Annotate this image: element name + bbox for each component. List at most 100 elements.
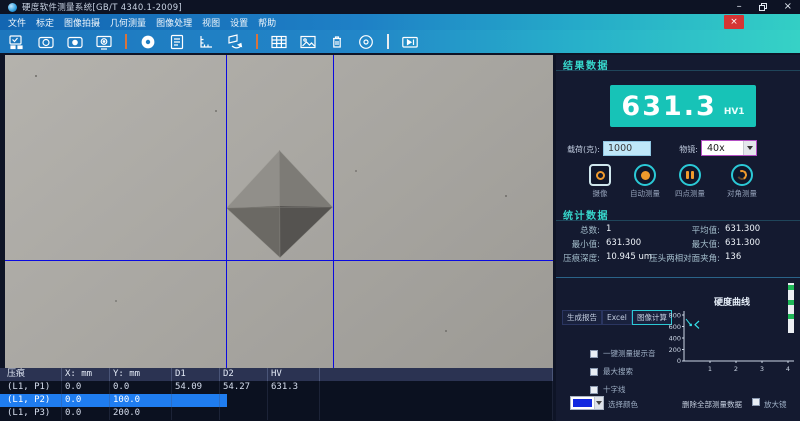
col-d2[interactable]: D2 bbox=[220, 368, 268, 381]
menu-view[interactable]: 视图 bbox=[202, 16, 220, 29]
delete-icon[interactable] bbox=[327, 32, 347, 52]
crosshair-checkbox-row[interactable]: 十字线 bbox=[590, 384, 626, 395]
load-label: 载荷(克): bbox=[556, 144, 600, 155]
angle-value: 136 bbox=[725, 252, 741, 262]
app-window: 硬度软件测量系统[GB/T 4340.1-2009] – × 文件 标定 图像拍… bbox=[0, 0, 800, 421]
max-value: 631.300 bbox=[725, 238, 760, 248]
col-indent[interactable]: 压痕 bbox=[4, 368, 62, 381]
objective-select[interactable]: 40x bbox=[701, 140, 757, 156]
search-checkbox-label: 最大搜索 bbox=[603, 366, 633, 377]
toolbar-separator bbox=[125, 34, 127, 49]
table-row[interactable]: (L1, P1)0.0 0.054.09 54.27631.3 bbox=[0, 381, 553, 394]
export-play-icon[interactable] bbox=[400, 32, 420, 52]
svg-text:800: 800 bbox=[669, 312, 681, 320]
menu-settings[interactable]: 设置 bbox=[230, 16, 248, 29]
image-calc-button[interactable]: 图像计算 bbox=[632, 310, 672, 325]
camera-live-icon[interactable] bbox=[36, 32, 56, 52]
data-grid-icon[interactable] bbox=[269, 32, 289, 52]
col-hv[interactable]: HV bbox=[268, 368, 320, 381]
angle-label: 压头两相对面夹角: bbox=[638, 252, 720, 264]
col-d1[interactable]: D1 bbox=[172, 368, 220, 381]
svg-text:3: 3 bbox=[760, 365, 764, 373]
menu-image-processing[interactable]: 图像处理 bbox=[156, 16, 192, 29]
close-icon[interactable]: × bbox=[784, 2, 792, 12]
hardness-value-box: 631.3 HV1 bbox=[610, 85, 756, 127]
table-row[interactable]: (L1, P3)0.0 200.0 bbox=[0, 407, 553, 420]
menu-help[interactable]: 帮助 bbox=[258, 16, 276, 29]
measure-line-horizontal[interactable] bbox=[5, 260, 553, 261]
menu-geometry-measure[interactable]: 几何测量 bbox=[110, 16, 146, 29]
svg-text:4: 4 bbox=[786, 365, 790, 373]
capture-button[interactable]: 摄像 bbox=[578, 164, 622, 199]
record-disc-icon[interactable] bbox=[138, 32, 158, 52]
count-value: 1 bbox=[606, 224, 611, 234]
crosshair-checkbox-label: 十字线 bbox=[603, 384, 626, 395]
toolbar-separator bbox=[387, 34, 389, 49]
checkbox-icon[interactable] bbox=[590, 386, 598, 394]
preview-icon[interactable] bbox=[94, 32, 114, 52]
menu-bar: 文件 标定 图像拍摄 几何测量 图像处理 视图 设置 帮助 × bbox=[0, 14, 800, 30]
restore-icon[interactable] bbox=[759, 3, 767, 11]
svg-text:400: 400 bbox=[669, 335, 681, 343]
toolbar bbox=[0, 30, 800, 53]
menu-file[interactable]: 文件 bbox=[8, 16, 26, 29]
status-indicator-bar[interactable] bbox=[788, 283, 794, 333]
image-gallery-icon[interactable] bbox=[298, 32, 318, 52]
col-y[interactable]: Y: mm bbox=[110, 368, 172, 381]
save-disc-icon[interactable] bbox=[356, 32, 376, 52]
svg-text:200: 200 bbox=[669, 346, 681, 354]
line-color-select[interactable] bbox=[570, 396, 604, 410]
magnifier-checkbox[interactable] bbox=[752, 398, 760, 406]
excel-export-button[interactable]: Excel bbox=[602, 310, 632, 325]
checkbox-icon[interactable] bbox=[590, 368, 598, 376]
svg-text:0: 0 bbox=[677, 357, 681, 365]
camera-glyph-icon bbox=[589, 164, 611, 186]
rotate-image-icon[interactable] bbox=[225, 32, 245, 52]
load-input[interactable]: 1000 bbox=[603, 141, 651, 156]
col-x[interactable]: X: mm bbox=[62, 368, 110, 381]
measure-line-right[interactable] bbox=[333, 55, 334, 368]
measure-line-left[interactable] bbox=[226, 55, 227, 368]
window-title: 硬度软件测量系统[GB/T 4340.1-2009] bbox=[22, 1, 182, 13]
diagonal-measure-icon bbox=[731, 164, 753, 186]
checkbox-icon[interactable] bbox=[590, 350, 598, 358]
svg-text:600: 600 bbox=[669, 323, 681, 331]
depth-label: 压痕深度: bbox=[556, 252, 600, 264]
vickers-indentation bbox=[5, 55, 553, 368]
data-point-marker bbox=[686, 319, 699, 328]
objective-label: 物镜: bbox=[666, 144, 698, 155]
chevron-down-icon[interactable] bbox=[594, 397, 603, 409]
sound-checkbox-row[interactable]: 一键测量提示音 bbox=[590, 348, 656, 359]
svg-text:1: 1 bbox=[708, 365, 712, 373]
report-edit-icon[interactable] bbox=[167, 32, 187, 52]
count-label: 总数: bbox=[556, 224, 600, 236]
exit-button[interactable]: × bbox=[724, 15, 744, 29]
divider bbox=[556, 277, 800, 278]
table-row-selected[interactable]: (L1, P2)0.0 100.0 bbox=[0, 394, 553, 407]
diagonal-measure-button[interactable]: 对角测量 bbox=[720, 164, 764, 199]
calibration-icon[interactable] bbox=[7, 32, 27, 52]
menu-calibration[interactable]: 标定 bbox=[36, 16, 54, 29]
delete-all-button[interactable]: 删除全部测量数据 bbox=[682, 399, 742, 410]
four-point-icon bbox=[679, 164, 701, 186]
ruler-icon[interactable] bbox=[196, 32, 216, 52]
camera-capture-icon[interactable] bbox=[65, 32, 85, 52]
max-label: 最大值: bbox=[644, 238, 720, 250]
menu-image-capture[interactable]: 图像拍摄 bbox=[64, 16, 100, 29]
load-value: 1000 bbox=[608, 143, 632, 154]
divider bbox=[556, 70, 800, 71]
window-controls: – × bbox=[737, 2, 792, 12]
search-checkbox-row[interactable]: 最大搜索 bbox=[590, 366, 633, 377]
table-header-row: 压痕 X: mm Y: mm D1 D2 HV bbox=[0, 368, 553, 381]
minimize-icon[interactable]: – bbox=[737, 2, 742, 12]
four-point-measure-button[interactable]: 四点测量 bbox=[668, 164, 712, 199]
microscope-image[interactable] bbox=[5, 55, 553, 368]
chevron-down-icon[interactable] bbox=[743, 141, 756, 155]
sound-checkbox-label: 一键测量提示音 bbox=[603, 348, 656, 359]
hardness-value: 631.3 bbox=[621, 91, 716, 122]
avg-label: 平均值: bbox=[644, 224, 720, 236]
auto-measure-button[interactable]: 自动测量 bbox=[623, 164, 667, 199]
color-swatch bbox=[573, 399, 592, 407]
divider bbox=[556, 220, 800, 221]
generate-report-button[interactable]: 生成报告 bbox=[562, 310, 602, 325]
